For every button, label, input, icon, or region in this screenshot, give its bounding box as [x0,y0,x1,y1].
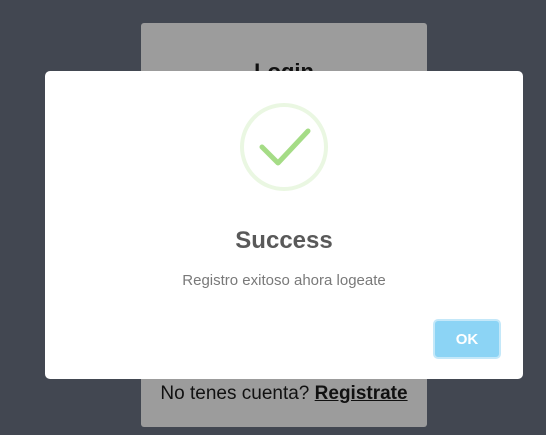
checkmark-icon [240,103,328,191]
register-prompt: No tenes cuenta? [160,383,310,404]
success-modal: Success Registro exitoso ahora logeate O… [45,71,523,379]
register-link[interactable]: Registrate [315,383,408,404]
ok-button[interactable]: OK [433,319,501,359]
register-line: No tenes cuenta? Registrate [141,383,427,405]
modal-message: Registro exitoso ahora logeate [182,272,386,289]
modal-title: Success [235,227,333,254]
